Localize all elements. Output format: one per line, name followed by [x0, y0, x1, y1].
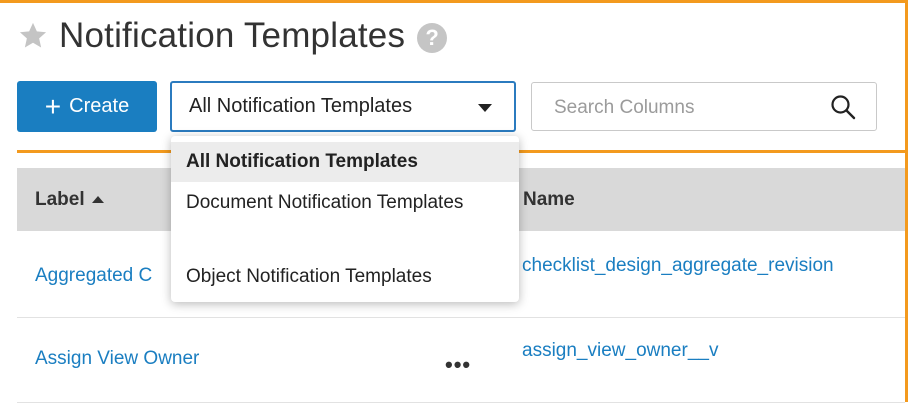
- search-box[interactable]: [531, 82, 877, 132]
- row-name-link[interactable]: assign_view_owner__v: [522, 340, 718, 362]
- row-name-link[interactable]: checklist_design_aggregate_revision: [522, 255, 834, 277]
- search-input[interactable]: [532, 83, 836, 132]
- menu-item-all-templates[interactable]: All Notification Templates: [171, 142, 519, 182]
- column-header-name[interactable]: Name: [523, 168, 575, 231]
- star-icon[interactable]: [17, 20, 49, 52]
- search-icon[interactable]: [830, 94, 856, 120]
- caret-down-icon: [478, 104, 492, 112]
- create-button-label: Create: [69, 95, 130, 117]
- filter-select-value: All Notification Templates: [189, 95, 413, 117]
- filter-dropdown-menu: All Notification Templates Document Noti…: [171, 136, 519, 302]
- more-actions-icon[interactable]: •••: [445, 352, 471, 378]
- help-icon[interactable]: ?: [417, 23, 448, 53]
- top-border: [0, 0, 908, 3]
- row-label-link[interactable]: Assign View Owner: [35, 348, 199, 370]
- sort-up-icon: [91, 196, 104, 203]
- plus-icon: +: [44, 90, 62, 122]
- create-button[interactable]: + Create: [17, 81, 157, 132]
- page-header: Notification Templates ?: [17, 14, 448, 58]
- template-filter-select[interactable]: All Notification Templates: [170, 81, 516, 132]
- table-row: Assign View Owner ••• assign_view_owner_…: [17, 318, 905, 403]
- page-title: Notification Templates: [59, 16, 406, 55]
- menu-item-object-templates[interactable]: Object Notification Templates: [171, 259, 519, 295]
- row-label-link[interactable]: Aggregated C: [35, 265, 152, 287]
- column-header-label[interactable]: Label: [35, 168, 104, 231]
- column-header-label-text: Label: [35, 188, 85, 210]
- menu-item-document-templates[interactable]: Document Notification Templates: [171, 191, 519, 247]
